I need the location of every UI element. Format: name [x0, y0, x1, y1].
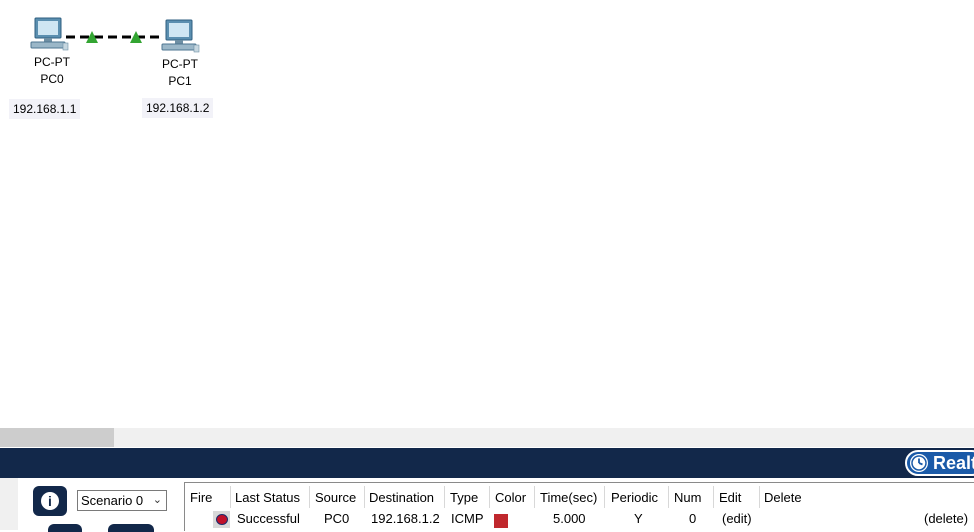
scrollbar-thumb[interactable] [0, 428, 114, 447]
column-header-type: Type [450, 490, 479, 505]
column-header-source: Source [315, 490, 357, 505]
column-divider [444, 486, 445, 508]
cell-source: PC0 [324, 511, 350, 526]
column-header-color: Color [495, 490, 527, 505]
logical-workspace[interactable]: PC-PT PC0 192.168.1.1 PC-PT PC1 192.168.… [0, 0, 974, 428]
horizontal-scrollbar[interactable] [0, 428, 974, 447]
pdu-list-table: Fire Last Status Source Destination Type… [184, 482, 974, 531]
column-header-periodic: Periodic [611, 490, 658, 505]
cell-time: 5.000 [553, 511, 586, 526]
cell-type: ICMP [451, 511, 484, 526]
scenario-info-button[interactable]: i [33, 486, 67, 516]
column-divider [713, 486, 714, 508]
column-divider [489, 486, 490, 508]
column-divider [759, 486, 760, 508]
column-header-delete: Delete [764, 490, 802, 505]
pc-icon[interactable] [29, 16, 69, 52]
device-type-label: PC-PT [162, 57, 198, 71]
column-divider [604, 486, 605, 508]
scenario-select-value: Scenario 0 [81, 493, 144, 508]
column-header-edit: Edit [719, 490, 742, 505]
info-icon: i [41, 492, 59, 510]
column-header-destination: Destination [369, 490, 435, 505]
column-divider [668, 486, 669, 508]
column-divider [309, 486, 310, 508]
device-type-label: PC-PT [34, 55, 70, 69]
column-divider [364, 486, 365, 508]
delete-scenario-button[interactable] [108, 524, 154, 532]
fire-indicator-icon[interactable] [213, 511, 230, 528]
edit-link[interactable]: (edit) [722, 510, 752, 528]
chevron-down-icon: ⌄ [152, 494, 162, 506]
realtime-label: Realt [933, 453, 974, 473]
pc-icon[interactable] [160, 18, 200, 54]
cell-destination: 192.168.1.2 [371, 511, 440, 526]
device-name-label: PC1 [168, 74, 192, 88]
link-pc0-pc1[interactable] [0, 0, 974, 428]
device-name-label: PC0 [40, 72, 64, 86]
scenario-panel: i Scenario 0 ⌄ [18, 478, 183, 532]
device-ip-label: 192.168.1.1 [9, 99, 81, 119]
column-header-time: Time(sec) [540, 490, 598, 505]
column-header-fire: Fire [190, 490, 213, 505]
pdu-color-swatch [494, 514, 508, 528]
column-divider [534, 486, 535, 508]
column-header-last-status: Last Status [235, 490, 301, 505]
delete-link[interactable]: (delete) [924, 510, 968, 528]
new-scenario-button[interactable] [48, 524, 82, 532]
column-divider [230, 486, 231, 508]
mode-bar: Realt [0, 448, 974, 478]
scenario-select[interactable]: Scenario 0 ⌄ [77, 490, 167, 511]
clock-icon [910, 454, 928, 472]
cell-last-status: Successful [237, 511, 300, 526]
simulation-panel: i Scenario 0 ⌄ Fire Last Status Source D… [0, 478, 974, 532]
device-ip-label: 192.168.1.2 [142, 98, 214, 118]
cell-num: 0 [689, 511, 697, 526]
realtime-mode-button[interactable]: Realt [905, 450, 974, 476]
cell-periodic: Y [634, 511, 643, 526]
column-header-num: Num [674, 490, 702, 505]
panel-edge [0, 478, 19, 530]
